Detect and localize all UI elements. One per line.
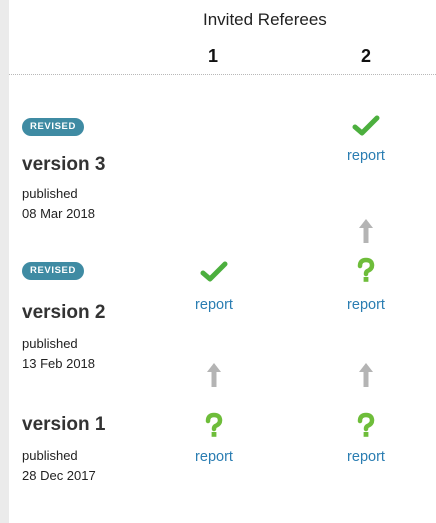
question-icon: [357, 257, 375, 282]
arrow-up-icon: [207, 363, 221, 387]
v2-referee-2-report-link[interactable]: report: [326, 297, 406, 313]
header-divider: [9, 74, 436, 75]
version-1-title: version 1: [22, 414, 106, 435]
version-2-published-label: published: [22, 336, 78, 351]
v3-referee-2-report-link[interactable]: report: [326, 148, 406, 164]
referee-1-column-header: 1: [207, 46, 218, 66]
version-2-title: version 2: [22, 302, 106, 323]
invited-referees-heading: Invited Referees: [203, 10, 327, 29]
version-1-published-label: published: [22, 448, 78, 463]
version-3-published-label: published: [22, 186, 78, 201]
v1-referee-1-report-link[interactable]: report: [174, 449, 254, 465]
check-icon: [200, 261, 228, 282]
arrow-up-icon: [359, 363, 373, 387]
v2-referee-1-report-link[interactable]: report: [174, 297, 254, 313]
version-3-published-date: 08 Mar 2018: [22, 206, 95, 221]
question-icon: [357, 412, 375, 437]
version-2-published-date: 13 Feb 2018: [22, 356, 96, 371]
version-3-title: version 3: [22, 154, 106, 175]
arrow-up-icon: [359, 219, 373, 243]
v1-referee-2-report-link[interactable]: report: [326, 449, 406, 465]
revised-badge: REVISED: [22, 118, 84, 136]
left-sidebar-strip: [0, 0, 9, 523]
question-icon: [205, 412, 223, 437]
revised-badge: REVISED: [22, 262, 84, 280]
referee-2-column-header: 2: [360, 46, 371, 66]
version-1-published-date: 28 Dec 2017: [22, 468, 96, 483]
check-icon: [352, 115, 380, 136]
